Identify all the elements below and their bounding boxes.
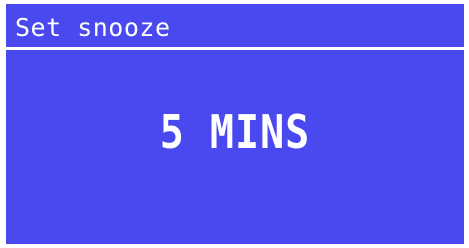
header-bar: Set snooze [6,4,464,50]
screen-title: Set snooze [15,13,171,42]
header-divider [6,47,464,50]
snooze-display: Set snooze 5 MINS [6,4,464,244]
snooze-value: 5 MINS [159,106,311,160]
